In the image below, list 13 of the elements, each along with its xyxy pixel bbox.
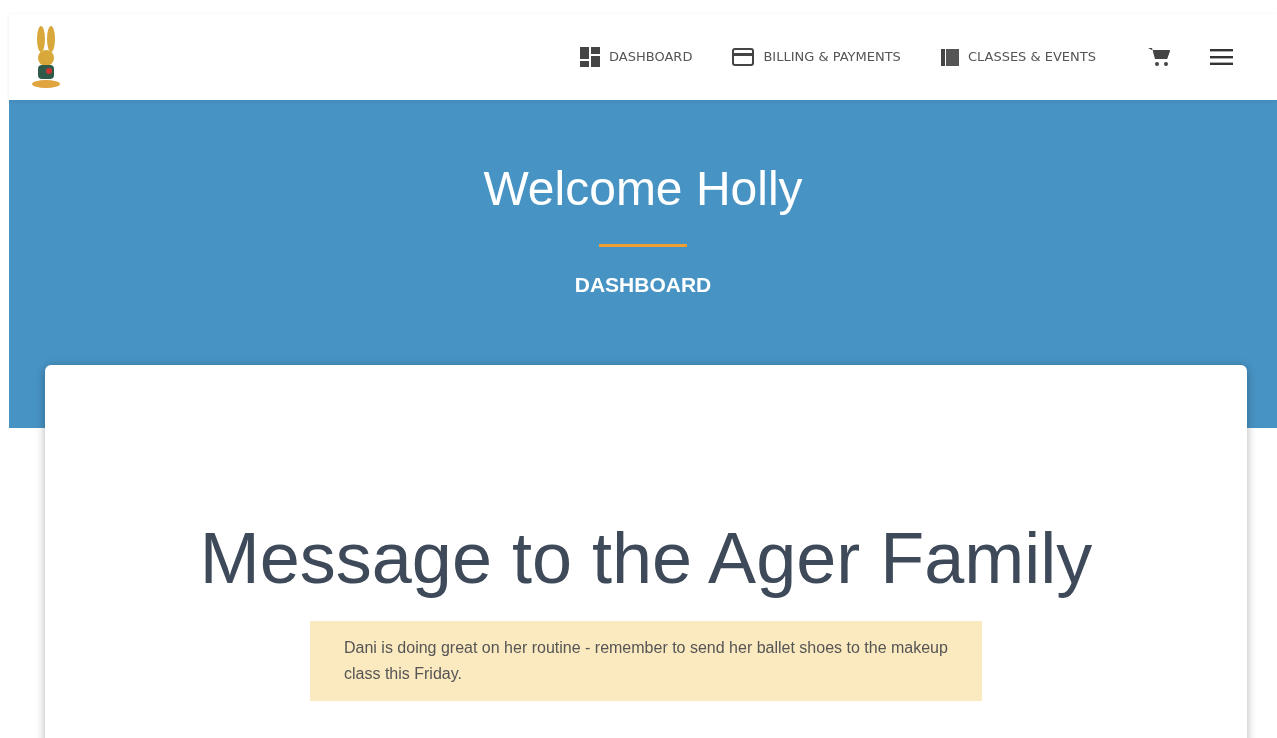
nav-link[interactable]: CLASSES & EVENTS: [940, 43, 1096, 71]
nav-link[interactable]: BILLING & PAYMENTS: [732, 43, 901, 71]
rabbit-logo[interactable]: [31, 25, 61, 89]
welcome-heading: Welcome Holly: [482, 161, 804, 217]
cart-icon[interactable]: [1148, 47, 1170, 67]
message-title: Message to the Ager Family: [198, 517, 1094, 600]
credit-card-icon: [732, 48, 755, 66]
dashboard-icon: [580, 47, 601, 67]
menu-icon[interactable]: [1210, 49, 1233, 65]
message-note: Dani is doing great on her routine - remember to send her ballet shoes to the makeup class this Friday.: [310, 621, 982, 701]
nav-link[interactable]: DASHBOARD: [580, 43, 693, 71]
book-icon: [940, 48, 959, 66]
page-subtitle: DASHBOARD: [573, 271, 713, 298]
